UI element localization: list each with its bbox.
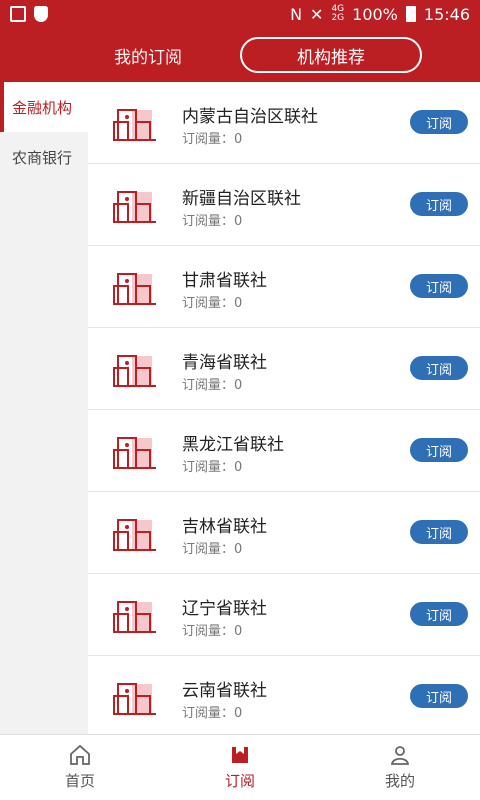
list-item[interactable]: 青海省联社 订阅量：0 订阅 <box>88 328 480 410</box>
building-icon <box>112 510 158 556</box>
subscription-count: 订阅量：0 <box>182 624 243 639</box>
network-indicator: 4G 2G <box>331 4 345 23</box>
nav-subscribe[interactable]: 订阅 <box>160 735 320 800</box>
mute-icon: ✕ <box>310 4 324 24</box>
building-icon <box>112 182 158 228</box>
list-item[interactable]: 吉林省联社 订阅量：0 订阅 <box>88 492 480 574</box>
subscription-count: 订阅量：0 <box>182 132 243 147</box>
institution-name: 新疆自治区联社 <box>182 189 301 209</box>
building-icon <box>112 592 158 638</box>
subscription-count: 订阅量：0 <box>182 214 243 229</box>
institution-name: 甘肃省联社 <box>182 271 267 291</box>
clock: 15:46 <box>423 4 470 24</box>
subscribe-button[interactable]: 订阅 <box>410 602 468 626</box>
home-icon <box>70 744 90 765</box>
nav-profile-label: 我的 <box>384 772 415 790</box>
battery-icon <box>405 6 416 22</box>
institution-name: 吉林省联社 <box>182 517 267 537</box>
building-icon <box>112 264 158 310</box>
institution-name: 内蒙古自治区联社 <box>182 107 318 127</box>
institution-name: 青海省联社 <box>182 353 267 373</box>
category-sidebar: 金融机构 农商银行 <box>0 82 88 734</box>
bottom-navigation: 首页 订阅 我的 <box>0 734 480 800</box>
subscribe-button[interactable]: 订阅 <box>410 438 468 462</box>
shield-icon <box>34 6 48 22</box>
building-icon <box>112 346 158 392</box>
list-item[interactable]: 云南省联社 订阅量：0 订阅 <box>88 656 480 734</box>
tab-recommended[interactable]: 机构推荐 <box>240 37 422 73</box>
subscription-count: 订阅量：0 <box>182 706 243 721</box>
subscription-count: 订阅量：0 <box>182 460 243 475</box>
subscribe-button[interactable]: 订阅 <box>410 274 468 298</box>
building-icon <box>112 428 158 474</box>
gallery-icon <box>10 6 26 22</box>
nav-subscribe-label: 订阅 <box>224 772 255 790</box>
subscribe-button[interactable]: 订阅 <box>410 356 468 380</box>
subscription-count: 订阅量：0 <box>182 378 243 393</box>
sidebar-item-financial[interactable]: 金融机构 <box>0 82 88 132</box>
building-icon <box>112 674 158 720</box>
list-item[interactable]: 辽宁省联社 订阅量：0 订阅 <box>88 574 480 656</box>
user-icon <box>390 746 410 765</box>
list-item[interactable]: 黑龙江省联社 订阅量：0 订阅 <box>88 410 480 492</box>
battery-text: 100% <box>352 4 398 24</box>
subscription-count: 订阅量：0 <box>182 542 243 557</box>
sidebar-item-rural-bank[interactable]: 农商银行 <box>0 132 88 182</box>
institution-name: 云南省联社 <box>182 681 267 701</box>
status-bar: N ✕ 4G 2G 100% 15:46 <box>0 0 480 28</box>
nav-profile[interactable]: 我的 <box>320 735 480 800</box>
nfc-icon: N <box>290 4 303 24</box>
building-icon <box>112 100 158 146</box>
top-tabs: 我的订阅 机构推荐 <box>0 28 480 82</box>
nav-home-label: 首页 <box>64 772 95 790</box>
list-item[interactable]: 内蒙古自治区联社 订阅量：0 订阅 <box>88 82 480 164</box>
tab-my-subscriptions[interactable]: 我的订阅 <box>88 37 208 73</box>
institution-name: 黑龙江省联社 <box>182 435 284 455</box>
subscribe-button[interactable]: 订阅 <box>410 110 468 134</box>
subscribe-button[interactable]: 订阅 <box>410 192 468 216</box>
institution-name: 辽宁省联社 <box>182 599 267 619</box>
subscribe-button[interactable]: 订阅 <box>410 520 468 544</box>
subscribe-icon <box>232 747 248 763</box>
subscription-count: 订阅量：0 <box>182 296 243 311</box>
list-item[interactable]: 新疆自治区联社 订阅量：0 订阅 <box>88 164 480 246</box>
list-item[interactable]: 甘肃省联社 订阅量：0 订阅 <box>88 246 480 328</box>
institution-list: 内蒙古自治区联社 订阅量：0 订阅 新疆自治区联社 订阅量：0 订阅 甘肃省联社 <box>88 82 480 734</box>
subscribe-button[interactable]: 订阅 <box>410 684 468 708</box>
nav-home[interactable]: 首页 <box>0 735 160 800</box>
